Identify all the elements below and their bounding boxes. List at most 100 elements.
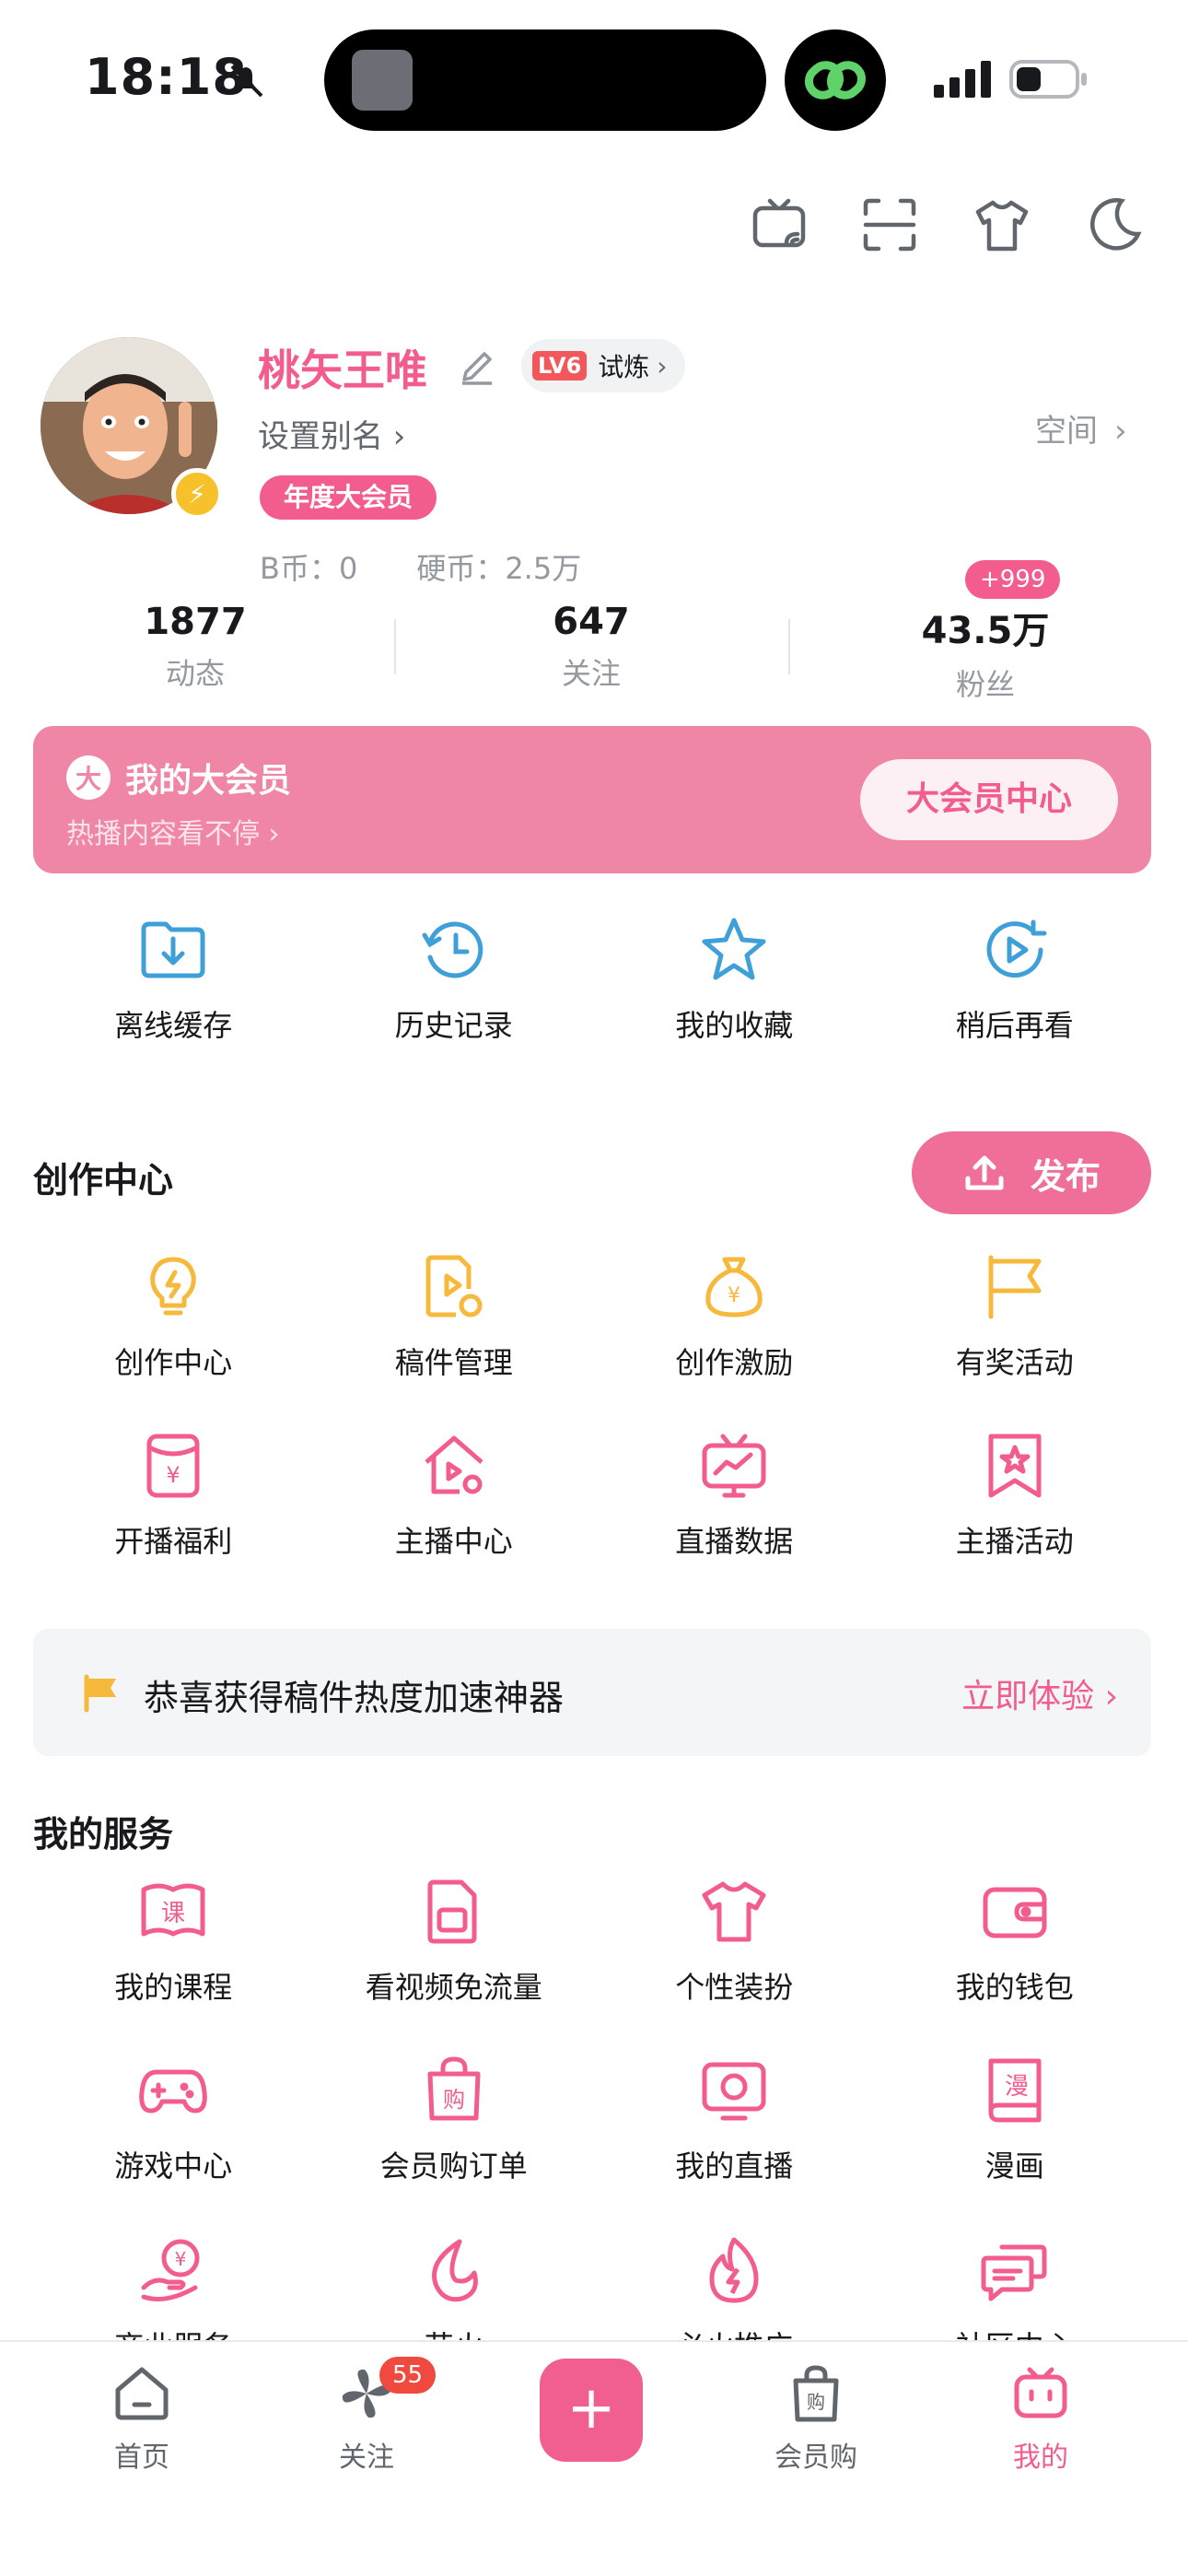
live-data-item[interactable]: 直播数据	[594, 1424, 875, 1561]
stream-benefit-item[interactable]: ¥ 开播福利	[33, 1424, 314, 1561]
watch-later-icon	[973, 908, 1056, 991]
item-label: 我的收藏	[675, 1008, 794, 1043]
svg-text:¥: ¥	[175, 2248, 187, 2270]
manuscript-icon	[413, 1246, 495, 1329]
sim-card-icon	[413, 1870, 495, 1953]
stat-following[interactable]: 647 关注	[481, 601, 702, 693]
flag-icon	[973, 1246, 1056, 1329]
svg-text:¥: ¥	[167, 1462, 181, 1488]
streamer-center-item[interactable]: 主播中心	[314, 1424, 595, 1561]
cast-tv-icon[interactable]	[748, 193, 810, 256]
mute-bell-icon	[230, 64, 263, 98]
dress-up-tshirt-icon[interactable]	[971, 193, 1033, 256]
vip-order-item[interactable]: 购会员购订单	[314, 2049, 595, 2185]
username: 桃矢王唯	[258, 345, 427, 395]
tab-mine[interactable]: 我的	[949, 2364, 1133, 2475]
status-bar: 18:18	[0, 0, 1188, 157]
coins-info: B币：0 硬币：2.5万	[260, 551, 582, 586]
my-wallet-item[interactable]: 我的钱包	[875, 1870, 1156, 2007]
streamer-activity-item[interactable]: 主播活动	[875, 1424, 1156, 1561]
publish-button[interactable]: 发布	[912, 1131, 1151, 1214]
my-courses-item[interactable]: 课我的课程	[33, 1870, 314, 2007]
my-live-item[interactable]: 我的直播	[594, 2049, 875, 2185]
fans-new-badge: +999	[965, 560, 1061, 599]
manuscript-manage-item[interactable]: 稿件管理	[314, 1246, 595, 1382]
services-row-3: ¥ 商业服务 花火 必火推广 社区中心	[33, 2230, 1155, 2340]
services-row-1: 课我的课程 看视频免流量 个性装扮 我的钱包	[33, 1870, 1155, 2007]
promotion-item[interactable]: 必火推广	[594, 2230, 875, 2340]
signal-icon	[934, 61, 991, 98]
flame-icon	[413, 2230, 495, 2313]
offline-cache-item[interactable]: 离线缓存	[33, 908, 314, 1045]
glyph: 购	[443, 2087, 465, 2113]
level-label: 试炼	[598, 352, 650, 382]
reward-activity-item[interactable]: 有奖活动	[875, 1246, 1156, 1382]
space-link[interactable]: 空间 ›	[1035, 405, 1127, 451]
history-item[interactable]: 历史记录	[314, 908, 595, 1045]
stat-label: 动态	[165, 656, 225, 691]
creation-row-1: 创作中心 稿件管理 ¥ 创作激励 有奖活动	[33, 1246, 1155, 1382]
stat-fans[interactable]: 43.5万 粉丝	[875, 601, 1096, 704]
download-folder-icon	[132, 908, 215, 991]
night-mode-moon-icon[interactable]	[1083, 193, 1146, 256]
level-tag: LV6	[532, 351, 588, 381]
history-icon	[413, 908, 495, 991]
stat-num: 43.5万	[921, 610, 1050, 652]
game-center-item[interactable]: 游戏中心	[33, 2049, 314, 2185]
comic-item[interactable]: 漫漫画	[875, 2049, 1156, 2185]
watch-later-item[interactable]: 稍后再看	[875, 908, 1156, 1045]
item-label: 创作激励	[675, 1345, 794, 1380]
stat-dynamics[interactable]: 1877 动态	[85, 601, 306, 693]
vip-center-button[interactable]: 大会员中心	[860, 759, 1118, 840]
fire-icon	[693, 2230, 775, 2313]
creation-row-2: ¥ 开播福利 主播中心 直播数据 主播活动	[33, 1424, 1155, 1561]
item-label: 离线缓存	[114, 1008, 233, 1043]
vip-card[interactable]: 大我的大会员 热播内容看不停 › 大会员中心	[33, 726, 1151, 873]
item-label: 创作中心	[114, 1345, 233, 1380]
battery-icon	[1009, 60, 1087, 99]
streamer-home-icon	[413, 1424, 495, 1507]
item-label: 稿件管理	[394, 1345, 513, 1380]
upload-icon	[965, 1155, 1004, 1190]
create-plus-button[interactable]: +	[540, 2359, 643, 2462]
huahuo-item[interactable]: 花火	[314, 2230, 595, 2340]
item-label: 直播数据	[675, 1524, 794, 1559]
community-center-item[interactable]: 社区中心	[875, 2230, 1156, 2340]
business-service-item[interactable]: ¥ 商业服务	[33, 2230, 314, 2340]
lightbulb-icon	[132, 1246, 215, 1329]
edit-pencil-icon[interactable]	[457, 346, 497, 387]
free-data-item[interactable]: 看视频免流量	[314, 1870, 595, 2007]
star-icon	[693, 908, 775, 991]
item-label: 主播活动	[955, 1524, 1074, 1559]
quick-access-row: 离线缓存 历史记录 我的收藏 稍后再看	[33, 908, 1155, 1045]
set-alias-link[interactable]: 设置别名 ›	[258, 411, 405, 456]
bilibili-tv-icon	[1014, 2367, 1067, 2418]
item-label: 历史记录	[394, 1008, 513, 1043]
flag-icon	[84, 1674, 116, 1713]
tab-vip-shop[interactable]: 购会员购	[724, 2364, 908, 2475]
creation-incentive-item[interactable]: ¥ 创作激励	[594, 1246, 875, 1382]
item-label: 开播福利	[114, 1524, 233, 1559]
wallet-icon	[973, 1870, 1056, 1953]
tab-home[interactable]: 首页	[50, 2364, 234, 2475]
shopping-bag-icon: 购	[793, 2365, 839, 2422]
favorites-item[interactable]: 我的收藏	[594, 908, 875, 1045]
tab-label: 关注	[339, 2441, 394, 2474]
scan-icon[interactable]	[858, 193, 921, 256]
promo-banner[interactable]: 恭喜获得稿件热度加速神器 立即体验 ›	[33, 1629, 1151, 1756]
try-now-link[interactable]: 立即体验 ›	[961, 1669, 1118, 1717]
dynamic-island	[324, 29, 766, 131]
creation-section-title: 创作中心	[33, 1160, 174, 1200]
item-label: 主播中心	[394, 1524, 513, 1559]
level-pill[interactable]: LV6 试炼 ›	[521, 339, 686, 392]
annual-vip-tag[interactable]: 年度大会员	[260, 475, 437, 520]
stat-label: 关注	[561, 656, 621, 691]
promo-text: 恭喜获得稿件热度加速神器	[144, 1678, 565, 1718]
creation-center-item[interactable]: 创作中心	[33, 1246, 314, 1382]
red-envelope-icon: ¥	[132, 1424, 215, 1507]
divider	[394, 619, 396, 674]
money-bag-icon: ¥	[693, 1246, 775, 1329]
item-label: 漫画	[984, 2149, 1044, 2184]
dress-up-item[interactable]: 个性装扮	[594, 1870, 875, 2007]
item-label: 必火推广	[594, 2324, 875, 2340]
